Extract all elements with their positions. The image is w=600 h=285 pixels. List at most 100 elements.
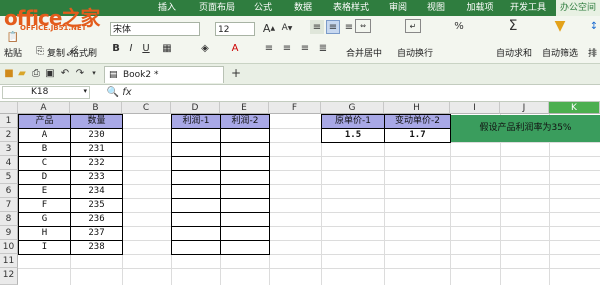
tab-review[interactable]: 审阅	[383, 0, 413, 16]
cell-b9[interactable]: 237	[70, 226, 123, 241]
merge-center-label[interactable]: 合并居中	[346, 46, 382, 59]
cell-b2[interactable]: 230	[70, 128, 123, 143]
select-all-corner[interactable]	[0, 102, 18, 114]
tab-developer[interactable]: 开发工具	[505, 0, 551, 16]
cell-b7[interactable]: 235	[70, 198, 123, 213]
col-header-a[interactable]: A	[18, 102, 70, 114]
tab-addins[interactable]: 加载项	[461, 0, 499, 16]
col-header-f[interactable]: F	[269, 102, 321, 114]
justify-icon[interactable]: ≣	[316, 41, 330, 55]
font-name-select[interactable]: 宋体	[110, 22, 200, 36]
dropdown-icon[interactable]: ▾	[90, 68, 98, 78]
cell-e3[interactable]	[220, 142, 270, 157]
merge-center-icon[interactable]: ⇔	[355, 19, 371, 33]
cell-d3[interactable]	[171, 142, 221, 157]
cell-a7[interactable]: F	[18, 198, 71, 213]
cell-e5[interactable]	[220, 170, 270, 185]
align-left-icon[interactable]: ≡	[262, 41, 276, 55]
row-header-1[interactable]: 1	[0, 114, 18, 128]
cell-b3[interactable]: 231	[70, 142, 123, 157]
col-header-e[interactable]: E	[220, 102, 269, 114]
copy-label[interactable]: 复制	[47, 46, 65, 59]
cell-a1[interactable]: 产品	[18, 114, 71, 129]
cell-e4[interactable]	[220, 156, 270, 171]
cell-g2[interactable]: 1.5	[321, 128, 385, 143]
col-header-b[interactable]: B	[70, 102, 122, 114]
row-header-2[interactable]: 2	[0, 128, 18, 142]
cell-d4[interactable]	[171, 156, 221, 171]
copy-icon[interactable]: ⎘	[34, 45, 46, 57]
row-header-12[interactable]: 12	[0, 268, 18, 285]
underline-button[interactable]: U	[140, 41, 152, 55]
cell-d2[interactable]	[171, 128, 221, 143]
col-header-g[interactable]: G	[321, 102, 384, 114]
save-icon[interactable]: ▣	[45, 68, 55, 79]
tab-formulas[interactable]: 公式	[248, 0, 278, 16]
font-shrink-button[interactable]: A ▼	[280, 21, 294, 35]
tab-data[interactable]: 数据	[288, 0, 318, 16]
cell-h2[interactable]: 1.7	[384, 128, 451, 143]
cell-a4[interactable]: C	[18, 156, 71, 171]
tab-insert[interactable]: 插入	[148, 0, 186, 16]
italic-button[interactable]: I	[125, 41, 137, 55]
percent-icon[interactable]: %	[452, 20, 466, 32]
redo-icon[interactable]: ↷	[75, 68, 85, 79]
wrap-text-icon[interactable]: ↵	[405, 19, 421, 33]
cell-d9[interactable]	[171, 226, 221, 241]
print-icon[interactable]: ⎙	[31, 68, 41, 79]
cell-b4[interactable]: 232	[70, 156, 123, 171]
tab-table-style[interactable]: 表格样式	[327, 0, 375, 16]
cell-b1[interactable]: 数量	[70, 114, 123, 129]
cell-b10[interactable]: 238	[70, 240, 123, 255]
cell-a3[interactable]: B	[18, 142, 71, 157]
cell-e1[interactable]: 利润-2	[220, 114, 270, 129]
fill-color-icon[interactable]: ◈	[198, 41, 212, 55]
cell-a5[interactable]: D	[18, 170, 71, 185]
align-center-icon[interactable]: ≡	[280, 41, 294, 55]
col-header-k[interactable]: K	[549, 102, 600, 114]
cell-a8[interactable]: G	[18, 212, 71, 227]
cell-e7[interactable]	[220, 198, 270, 213]
format-painter-label[interactable]: 格式刷	[70, 46, 97, 59]
cell-b5[interactable]: 233	[70, 170, 123, 185]
assumption-note-cell[interactable]: 假设产品利润率为35%	[451, 115, 600, 142]
wrap-text-label[interactable]: 自动换行	[397, 46, 433, 59]
undo-icon[interactable]: ↶	[60, 68, 70, 79]
cell-e2[interactable]	[220, 128, 270, 143]
new-file-icon[interactable]: ■	[4, 68, 14, 79]
bold-button[interactable]: B	[110, 41, 122, 55]
cell-a10[interactable]: I	[18, 240, 71, 255]
cell-d6[interactable]	[171, 184, 221, 199]
sum-icon[interactable]: Σ	[505, 18, 521, 34]
col-header-i[interactable]: I	[450, 102, 500, 114]
col-header-d[interactable]: D	[171, 102, 220, 114]
col-header-j[interactable]: J	[500, 102, 549, 114]
new-tab-button[interactable]: +	[230, 66, 242, 80]
auto-filter-label[interactable]: 自动筛选	[542, 46, 578, 59]
formula-input[interactable]	[140, 86, 598, 99]
row-header-11[interactable]: 11	[0, 254, 18, 268]
row-header-7[interactable]: 7	[0, 198, 18, 212]
cell-d8[interactable]	[171, 212, 221, 227]
col-header-c[interactable]: C	[122, 102, 171, 114]
row-header-8[interactable]: 8	[0, 212, 18, 226]
fx-icon[interactable]: fx	[120, 87, 134, 98]
auto-sum-label[interactable]: 自动求和	[496, 46, 532, 59]
document-tab[interactable]: ▤ Book2 *	[104, 66, 224, 83]
font-color-icon[interactable]: A	[228, 41, 242, 55]
font-size-select[interactable]: 12	[215, 22, 255, 36]
cell-e9[interactable]	[220, 226, 270, 241]
open-folder-icon[interactable]: ▰	[17, 68, 27, 79]
name-box-dropdown-icon[interactable]: ▾	[83, 87, 87, 95]
cell-d1[interactable]: 利润-1	[171, 114, 221, 129]
row-header-9[interactable]: 9	[0, 226, 18, 240]
cell-b6[interactable]: 234	[70, 184, 123, 199]
cell-d5[interactable]	[171, 170, 221, 185]
tab-view[interactable]: 视图	[421, 0, 451, 16]
cell-h1[interactable]: 变动单价-2	[384, 114, 451, 129]
zoom-icon[interactable]: 🔍	[107, 87, 119, 98]
cell-b8[interactable]: 236	[70, 212, 123, 227]
cell-e6[interactable]	[220, 184, 270, 199]
row-header-10[interactable]: 10	[0, 240, 18, 254]
row-header-5[interactable]: 5	[0, 170, 18, 184]
